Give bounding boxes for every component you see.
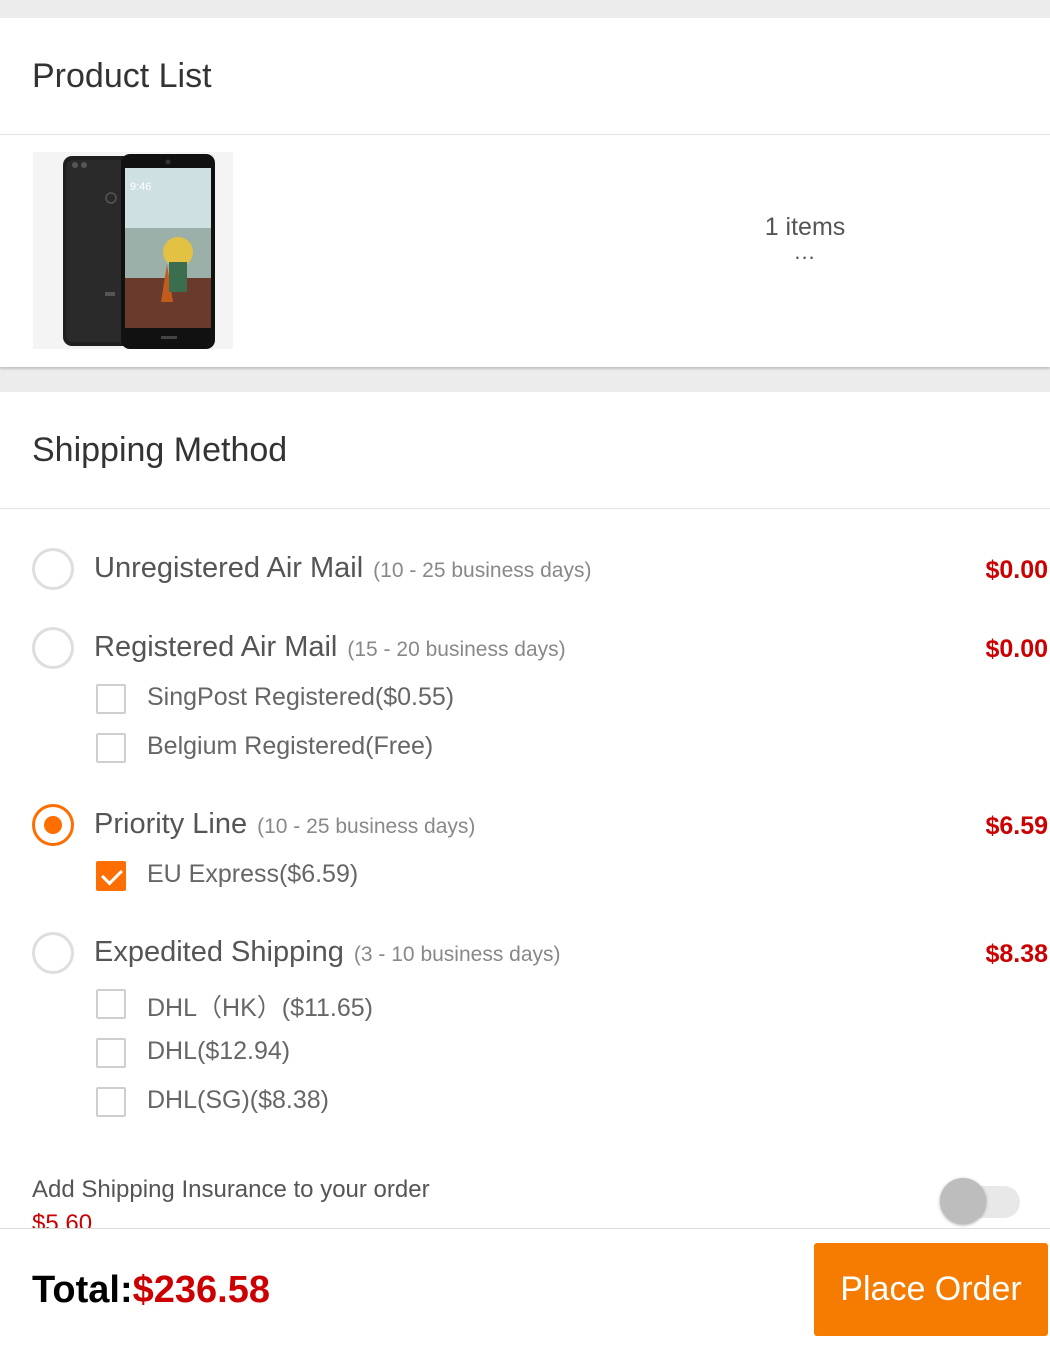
toggle-knob[interactable] — [940, 1178, 986, 1224]
checkbox-belgium[interactable] — [96, 733, 126, 763]
items-count: 1 items — [764, 213, 846, 241]
items-more: ... — [794, 239, 816, 264]
insurance-toggle[interactable] — [940, 1174, 1020, 1226]
checkbox-dhl-hk[interactable] — [96, 989, 126, 1019]
shipping-method-section: Shipping Method Unregistered Air Mail (10… — [0, 392, 1050, 1228]
method-name: Registered Air Mail — [94, 631, 338, 663]
method-price: $0.00 — [985, 556, 1048, 584]
checkout-page: Product List 9:46 1 items ... Shipping M… — [0, 0, 1050, 1349]
method-name: Unregistered Air Mail — [94, 552, 364, 584]
method-price: $0.00 — [985, 635, 1048, 663]
checkbox-singpost[interactable] — [96, 684, 126, 714]
sub-option-label: DHL($12.94) — [147, 1037, 291, 1065]
sub-option-label: Belgium Registered(Free) — [147, 732, 434, 760]
order-total: Total:$236.58 — [32, 1269, 270, 1312]
shipping-method-title: Shipping Method — [0, 392, 1050, 509]
product-row[interactable]: 9:46 1 items ... — [0, 135, 1050, 366]
checkbox-dhl[interactable] — [96, 1038, 126, 1068]
sub-option-label: DHL（HK）($11.65) — [147, 994, 374, 1022]
sub-option-label: DHL(SG)($8.38) — [147, 1086, 329, 1114]
product-list-section: Product List 9:46 1 items ... — [0, 18, 1050, 367]
method-name: Priority Line — [94, 808, 248, 840]
radio-unregistered-air-mail[interactable] — [32, 548, 74, 590]
product-thumbnail[interactable]: 9:46 — [33, 152, 233, 349]
total-value: $236.58 — [132, 1269, 270, 1311]
sub-option-label: EU Express($6.59) — [147, 860, 359, 888]
insurance-label: Add Shipping Insurance to your order — [32, 1176, 430, 1203]
checkbox-eu-express[interactable] — [96, 861, 126, 891]
place-order-button[interactable]: Place Order — [814, 1243, 1048, 1336]
total-label: Total: — [32, 1269, 133, 1311]
method-name: Expedited Shipping — [94, 936, 344, 968]
product-list-title: Product List — [0, 18, 1050, 135]
method-days: (15 - 20 business days) — [347, 638, 566, 661]
method-price: $8.38 — [985, 940, 1048, 968]
items-summary[interactable]: 1 items ... — [700, 213, 910, 264]
checkout-footer: Total:$236.58 Place Order — [0, 1228, 1050, 1349]
sub-option-label: SingPost Registered($0.55) — [147, 683, 455, 711]
checkbox-dhl-sg[interactable] — [96, 1087, 126, 1117]
radio-priority-line[interactable] — [32, 804, 74, 846]
method-days: (3 - 10 business days) — [353, 943, 561, 966]
method-days: (10 - 25 business days) — [373, 559, 592, 582]
insurance-price: $5.60 — [32, 1210, 93, 1228]
method-price: $6.59 — [985, 812, 1048, 840]
radio-expedited[interactable] — [32, 932, 74, 974]
radio-registered-air-mail[interactable] — [32, 627, 74, 669]
svg-text:9:46: 9:46 — [130, 181, 151, 193]
method-days: (10 - 25 business days) — [257, 815, 476, 838]
